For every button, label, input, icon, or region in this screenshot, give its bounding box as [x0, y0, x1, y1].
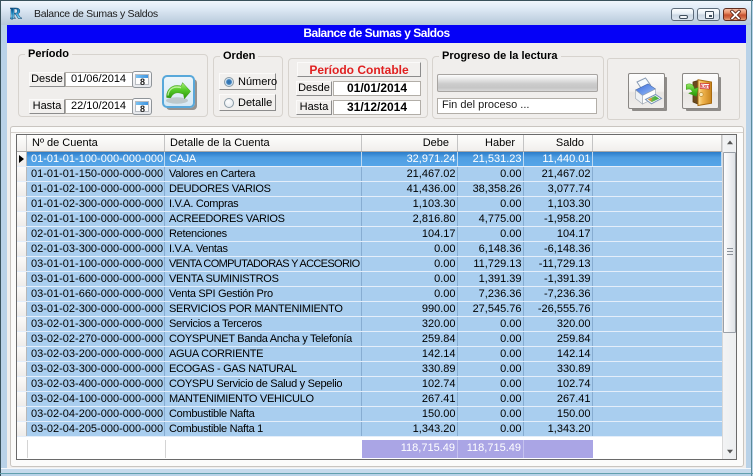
svg-text:EXIT: EXIT — [701, 84, 710, 90]
